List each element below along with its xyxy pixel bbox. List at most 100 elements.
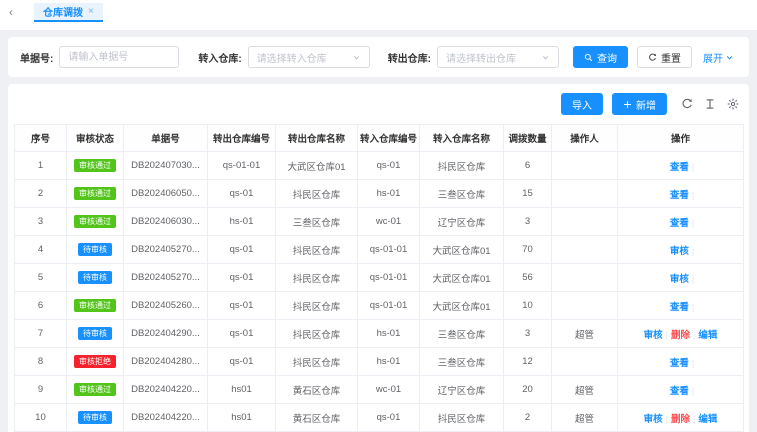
cell-in-name: 辽宁区仓库 bbox=[419, 207, 504, 236]
expand-toggle[interactable]: 展开 bbox=[703, 50, 734, 65]
tab-bar: ‹ 仓库调拨 × bbox=[0, 0, 757, 30]
cell-doc-no: DB202406030... bbox=[123, 207, 208, 236]
cell-status: 待审核 bbox=[66, 319, 124, 348]
cell-index: 1 bbox=[14, 151, 67, 180]
cell-qty: 2 bbox=[503, 403, 552, 432]
cell-status: 待审核 bbox=[66, 263, 124, 292]
view-link[interactable]: 查看 bbox=[670, 386, 689, 397]
cell-in-name: 大武区仓库01 bbox=[419, 263, 504, 292]
cell-actions: 审核 | bbox=[617, 263, 744, 292]
cell-out-name: 抖民区仓库 bbox=[275, 291, 358, 320]
refresh-icon[interactable] bbox=[681, 98, 693, 110]
cell-index: 4 bbox=[14, 235, 67, 264]
reset-button[interactable]: 重置 bbox=[637, 46, 693, 68]
cell-in-code: qs-01 bbox=[357, 403, 420, 432]
expand-label: 展开 bbox=[703, 53, 724, 65]
cell-doc-no: DB202405260... bbox=[123, 291, 208, 320]
table-row: 10 待审核 DB202404220... hs01 黄石区仓库 qs-01 抖民区仓库 2 超… bbox=[14, 403, 744, 432]
doc-no-input[interactable] bbox=[59, 46, 180, 68]
view-link[interactable]: 查看 bbox=[670, 302, 689, 313]
table-body: 1 审核通过 DB202407030... qs-01-01 大武区仓库01 qs-01 抖… bbox=[14, 151, 744, 432]
cell-in-code: qs-01 bbox=[357, 151, 420, 180]
action-divider: | bbox=[691, 189, 695, 200]
tab-close-icon[interactable]: × bbox=[88, 6, 94, 17]
search-button-label: 查询 bbox=[597, 53, 618, 65]
cell-index: 7 bbox=[14, 319, 67, 348]
cell-index: 8 bbox=[14, 347, 67, 376]
status-badge: 审核通过 bbox=[74, 159, 116, 172]
tab-warehouse-transfer[interactable]: 仓库调拨 × bbox=[34, 3, 103, 22]
cell-qty: 70 bbox=[503, 235, 552, 264]
cell-status: 待审核 bbox=[66, 403, 124, 432]
import-button-label: 导入 bbox=[572, 100, 592, 112]
cell-in-code: hs-01 bbox=[357, 179, 420, 208]
cell-operator: 超管 bbox=[551, 403, 618, 432]
cell-out-code: hs01 bbox=[207, 375, 276, 404]
in-warehouse-select[interactable]: 请选择转入仓库 bbox=[247, 46, 370, 68]
view-link[interactable]: 查看 bbox=[670, 162, 689, 173]
table-row: 2 审核通过 DB202406050... qs-01 抖民区仓库 hs-01 三叁区仓库 1… bbox=[14, 179, 744, 208]
view-link[interactable]: 查看 bbox=[670, 358, 689, 369]
cell-in-code: qs-01-01 bbox=[357, 263, 420, 292]
cell-out-name: 抖民区仓库 bbox=[275, 263, 358, 292]
cell-doc-no: DB202405270... bbox=[123, 235, 208, 264]
status-badge: 审核通过 bbox=[74, 215, 116, 228]
out-warehouse-placeholder: 请选择转出仓库 bbox=[446, 53, 517, 65]
cell-status: 待审核 bbox=[66, 235, 124, 264]
cell-operator: 超管 bbox=[551, 319, 618, 348]
audit-link[interactable]: 审核 bbox=[670, 274, 689, 285]
search-button[interactable]: 查询 bbox=[573, 46, 629, 68]
settings-icon[interactable] bbox=[727, 98, 739, 110]
cell-in-code: qs-01-01 bbox=[357, 291, 420, 320]
action-divider: | bbox=[691, 161, 695, 172]
view-link[interactable]: 查看 bbox=[670, 218, 689, 229]
out-warehouse-select[interactable]: 请选择转出仓库 bbox=[437, 46, 560, 68]
column-height-icon[interactable] bbox=[704, 98, 716, 110]
action-divider: | bbox=[693, 413, 696, 424]
cell-in-name: 三叁区仓库 bbox=[419, 179, 504, 208]
edit-link[interactable]: 编辑 bbox=[698, 414, 717, 425]
column-header: 转出仓库名称 bbox=[275, 124, 358, 152]
import-button[interactable]: 导入 bbox=[561, 93, 603, 115]
view-link[interactable]: 查看 bbox=[670, 190, 689, 201]
cell-in-code: qs-01-01 bbox=[357, 235, 420, 264]
table-row: 6 审核通过 DB202405260... qs-01 抖民区仓库 qs-01-01 大武区… bbox=[14, 291, 744, 320]
in-warehouse-label: 转入仓库: bbox=[198, 53, 242, 65]
cell-in-code: wc-01 bbox=[357, 375, 420, 404]
cell-out-name: 大武区仓库01 bbox=[275, 151, 358, 180]
search-icon bbox=[584, 53, 593, 62]
toolbar-icon-group bbox=[681, 98, 739, 110]
status-badge: 待审核 bbox=[78, 411, 112, 424]
cell-out-name: 抖民区仓库 bbox=[275, 179, 358, 208]
edit-link[interactable]: 编辑 bbox=[698, 330, 717, 341]
add-button-label: 新增 bbox=[636, 100, 656, 112]
status-badge: 待审核 bbox=[78, 327, 112, 340]
delete-link[interactable]: 删除 bbox=[671, 330, 690, 341]
audit-link[interactable]: 审核 bbox=[670, 246, 689, 257]
table-row: 7 待审核 DB202404290... qs-01 抖民区仓库 hs-01 三叁区仓库 3 超… bbox=[14, 319, 744, 348]
action-divider: | bbox=[691, 217, 695, 228]
status-badge: 审核通过 bbox=[74, 383, 116, 396]
cell-qty: 3 bbox=[503, 319, 552, 348]
table-row: 4 待审核 DB202405270... qs-01 抖民区仓库 qs-01-01 大武区仓… bbox=[14, 235, 744, 264]
tabs-scroll-left-icon[interactable]: ‹ bbox=[0, 3, 22, 21]
column-header: 序号 bbox=[14, 124, 67, 152]
cell-operator bbox=[551, 347, 618, 376]
cell-out-code: qs-01 bbox=[207, 263, 276, 292]
cell-in-name: 三叁区仓库 bbox=[419, 319, 504, 348]
cell-actions: 查看 | bbox=[617, 291, 744, 320]
column-header: 转入仓库名称 bbox=[419, 124, 504, 152]
action-divider: | bbox=[691, 273, 695, 284]
status-badge: 待审核 bbox=[78, 271, 112, 284]
reset-icon bbox=[648, 53, 657, 62]
table-row: 3 审核通过 DB202406030... hs-01 三叁区仓库 wc-01 辽宁区仓库 3… bbox=[14, 207, 744, 236]
chevron-down-icon bbox=[541, 53, 550, 62]
add-button[interactable]: 新增 bbox=[612, 93, 667, 115]
audit-link[interactable]: 审核 bbox=[644, 330, 663, 341]
chevron-down-icon bbox=[725, 53, 734, 62]
action-divider: | bbox=[691, 245, 695, 256]
delete-link[interactable]: 删除 bbox=[671, 414, 690, 425]
cell-in-name: 大武区仓库01 bbox=[419, 235, 504, 264]
audit-link[interactable]: 审核 bbox=[644, 414, 663, 425]
column-header: 审核状态 bbox=[66, 124, 124, 152]
